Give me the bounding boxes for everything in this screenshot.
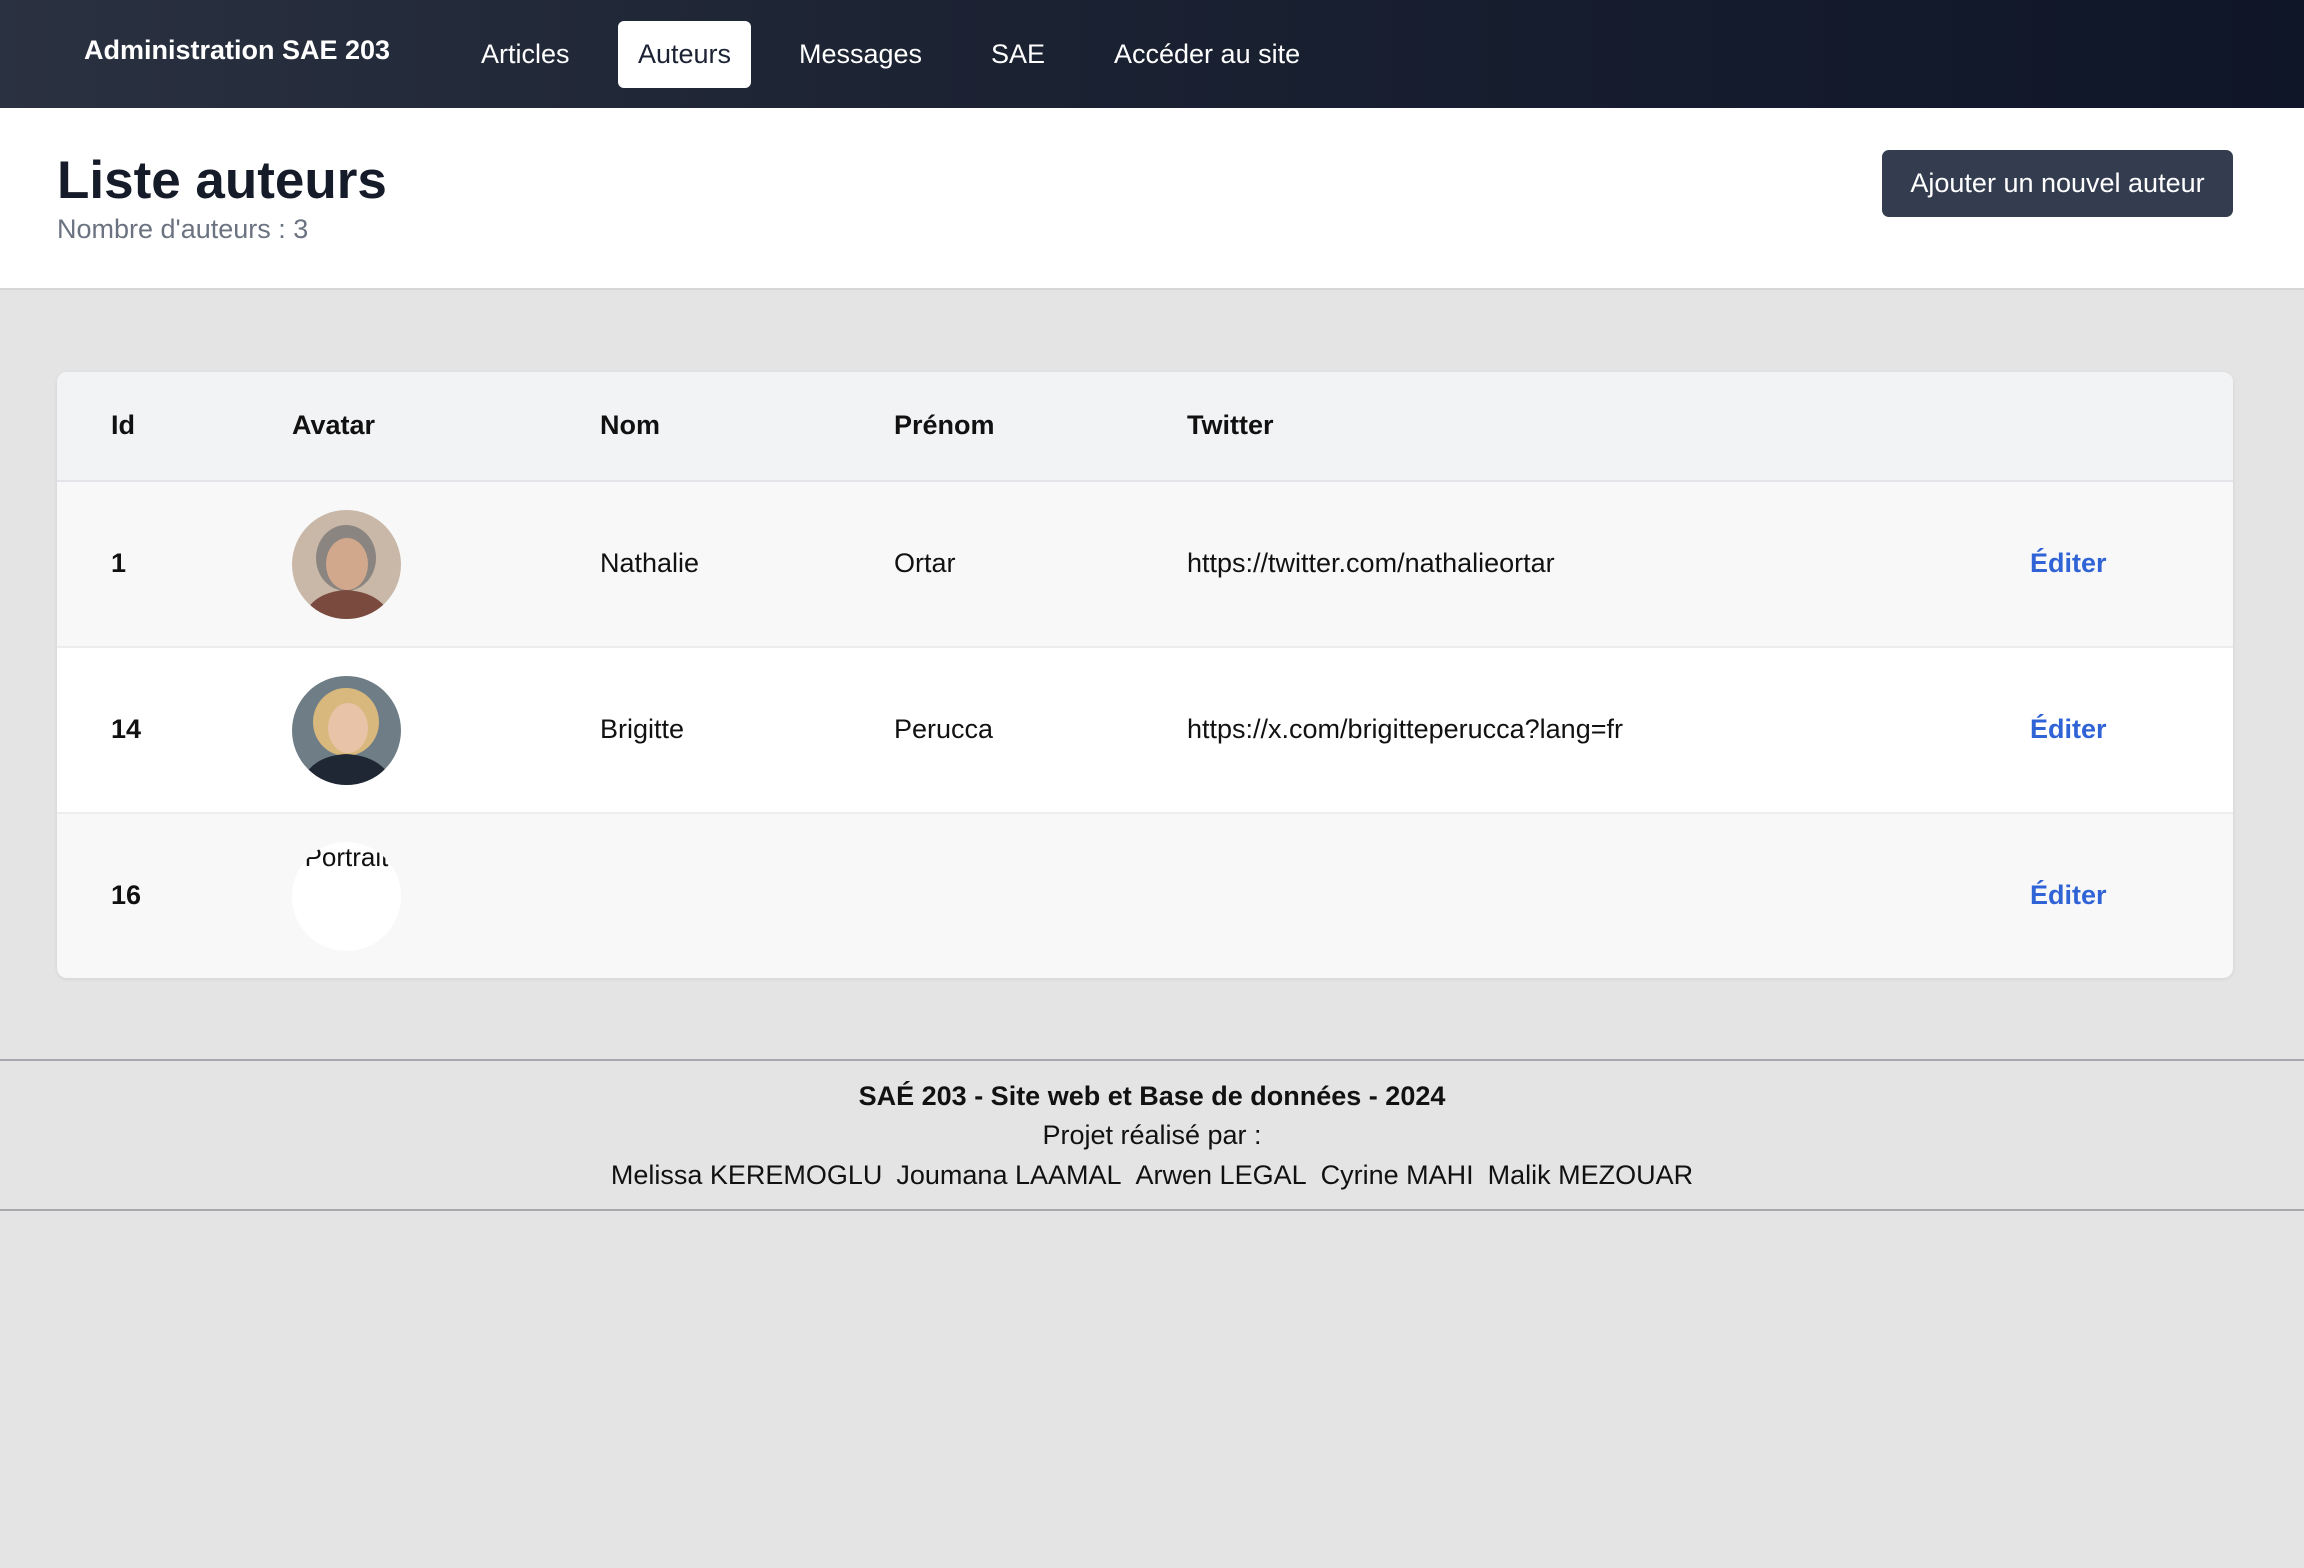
footer-member: Joumana LAAMAL bbox=[896, 1160, 1122, 1190]
authors-table: Id Avatar Nom Prénom Twitter 1 Nathalie … bbox=[57, 372, 2233, 978]
add-author-button[interactable]: Ajouter un nouvel auteur bbox=[1882, 150, 2233, 217]
column-header-twitter: Twitter bbox=[1187, 410, 1274, 440]
footer-member: Cyrine MAHI bbox=[1320, 1160, 1474, 1190]
top-navbar: Administration SAE 203 Articles Auteurs … bbox=[0, 0, 2304, 108]
edit-link[interactable]: Éditer bbox=[2030, 880, 2107, 911]
table-row: 16 Portrait Éditer bbox=[57, 814, 2233, 978]
author-count: Nombre d'auteurs : 3 bbox=[57, 214, 309, 244]
row-prenom: Perucca bbox=[894, 714, 994, 744]
footer-member: Melissa KEREMOGLU bbox=[610, 1160, 883, 1190]
avatar-photo bbox=[292, 676, 401, 785]
row-twitter: https://twitter.com/nathalieortar bbox=[1187, 548, 1555, 578]
footer-member: Arwen LEGAL bbox=[1135, 1160, 1307, 1190]
row-nom: Brigitte bbox=[600, 714, 685, 744]
footer-members: Melissa KEREMOGLU Joumana LAAMAL Arwen L… bbox=[0, 1160, 2304, 1191]
nav-item-messages[interactable]: Messages bbox=[779, 21, 942, 88]
table-row: 1 Nathalie Ortar https://twitter.com/nat… bbox=[57, 482, 2233, 648]
table-header: Id Avatar Nom Prénom Twitter bbox=[57, 372, 2233, 482]
footer-subtitle: Projet réalisé par : bbox=[1042, 1120, 1262, 1150]
page-title: Liste auteurs bbox=[57, 151, 387, 210]
avatar-alt-text: Portrait bbox=[304, 842, 389, 872]
row-id: 14 bbox=[111, 714, 142, 744]
column-header-avatar: Avatar bbox=[292, 410, 376, 440]
row-prenom: Ortar bbox=[894, 548, 956, 578]
avatar-photo bbox=[292, 510, 401, 619]
column-header-prenom: Prénom bbox=[894, 410, 995, 440]
avatar bbox=[292, 676, 401, 785]
avatar-broken-image: Portrait bbox=[292, 842, 401, 951]
edit-link[interactable]: Éditer bbox=[2030, 548, 2107, 579]
row-twitter: https://x.com/brigitteperucca?lang=fr bbox=[1187, 714, 1623, 744]
brand-title[interactable]: Administration SAE 203 bbox=[84, 35, 390, 66]
row-id: 1 bbox=[111, 548, 127, 578]
page-header: Liste auteurs Nombre d'auteurs : 3 Ajout… bbox=[0, 108, 2304, 290]
nav-item-auteurs[interactable]: Auteurs bbox=[618, 21, 752, 88]
footer-title: SAÉ 203 - Site web et Base de données - … bbox=[858, 1081, 1446, 1111]
page-footer: SAÉ 203 - Site web et Base de données - … bbox=[0, 1059, 2304, 1211]
nav-item-sae[interactable]: SAE bbox=[971, 21, 1065, 88]
column-header-id: Id bbox=[111, 410, 135, 440]
edit-link[interactable]: Éditer bbox=[2030, 714, 2107, 745]
nav-item-acceder-site[interactable]: Accéder au site bbox=[1094, 21, 1320, 88]
nav-item-articles[interactable]: Articles bbox=[461, 21, 590, 88]
footer-member: Malik MEZOUAR bbox=[1487, 1160, 1694, 1190]
row-nom: Nathalie bbox=[600, 548, 700, 578]
table-row: 14 Brigitte Perucca https://x.com/brigit… bbox=[57, 648, 2233, 814]
avatar bbox=[292, 510, 401, 619]
row-id: 16 bbox=[111, 880, 142, 910]
column-header-nom: Nom bbox=[600, 410, 660, 440]
